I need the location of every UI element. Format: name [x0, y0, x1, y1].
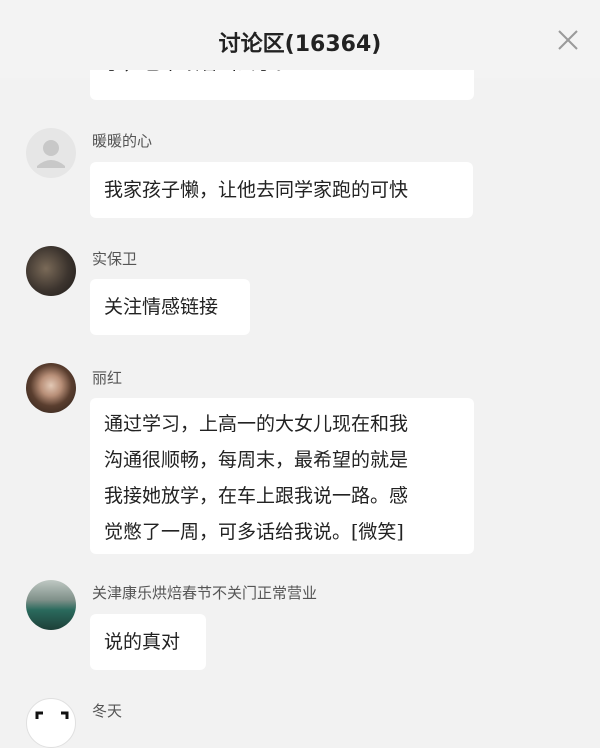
comment-bubble: 我家孩子懒，让他去同学家跑的可快 [90, 162, 473, 218]
comment-author[interactable]: 关津康乐烘焙春节不关门正常营业 [92, 582, 317, 603]
close-icon[interactable] [556, 28, 580, 52]
comment-author[interactable]: 暖暖的心 [92, 130, 152, 151]
page-title-visible: 讨论区(16364) [218, 32, 382, 57]
comment-author[interactable]: 实保卫 [92, 248, 137, 269]
avatar[interactable] [26, 246, 76, 296]
cartoon-face-icon [35, 711, 69, 719]
comment-bubble: 说的真对 [90, 614, 206, 670]
comment-text: 关注情感链接 [104, 296, 219, 318]
comment-author[interactable]: 冬天 [92, 700, 122, 721]
avatar[interactable] [26, 698, 76, 748]
avatar[interactable] [26, 363, 76, 413]
comment-text: 我家孩子懒，让他去同学家跑的可快 [104, 179, 409, 201]
avatar[interactable] [26, 128, 76, 178]
comment-text: 说的真对 [104, 631, 181, 653]
comment-bubble: 关注情感链接 [90, 279, 250, 335]
comment-text-line: 沟通很顺畅，每周末，最希望的就是 [104, 449, 409, 471]
comment-author[interactable]: 丽红 [92, 367, 122, 388]
avatar[interactable] [26, 580, 76, 630]
comment-text-line: 觉憋了一周，可多话给我说。[微笑] [104, 521, 404, 543]
comment-text-line: 我接她放学，在车上跟我说一路。感 [104, 485, 409, 507]
comment-text-line: 通过学习，上高一的大女儿现在和我 [104, 413, 409, 435]
header-mask: 讨论区(16364) [0, 0, 600, 70]
default-avatar-icon [37, 140, 65, 168]
comment-bubble: 通过学习，上高一的大女儿现在和我 沟通很顺畅，每周末，最希望的就是 我接她放学，… [90, 398, 474, 554]
